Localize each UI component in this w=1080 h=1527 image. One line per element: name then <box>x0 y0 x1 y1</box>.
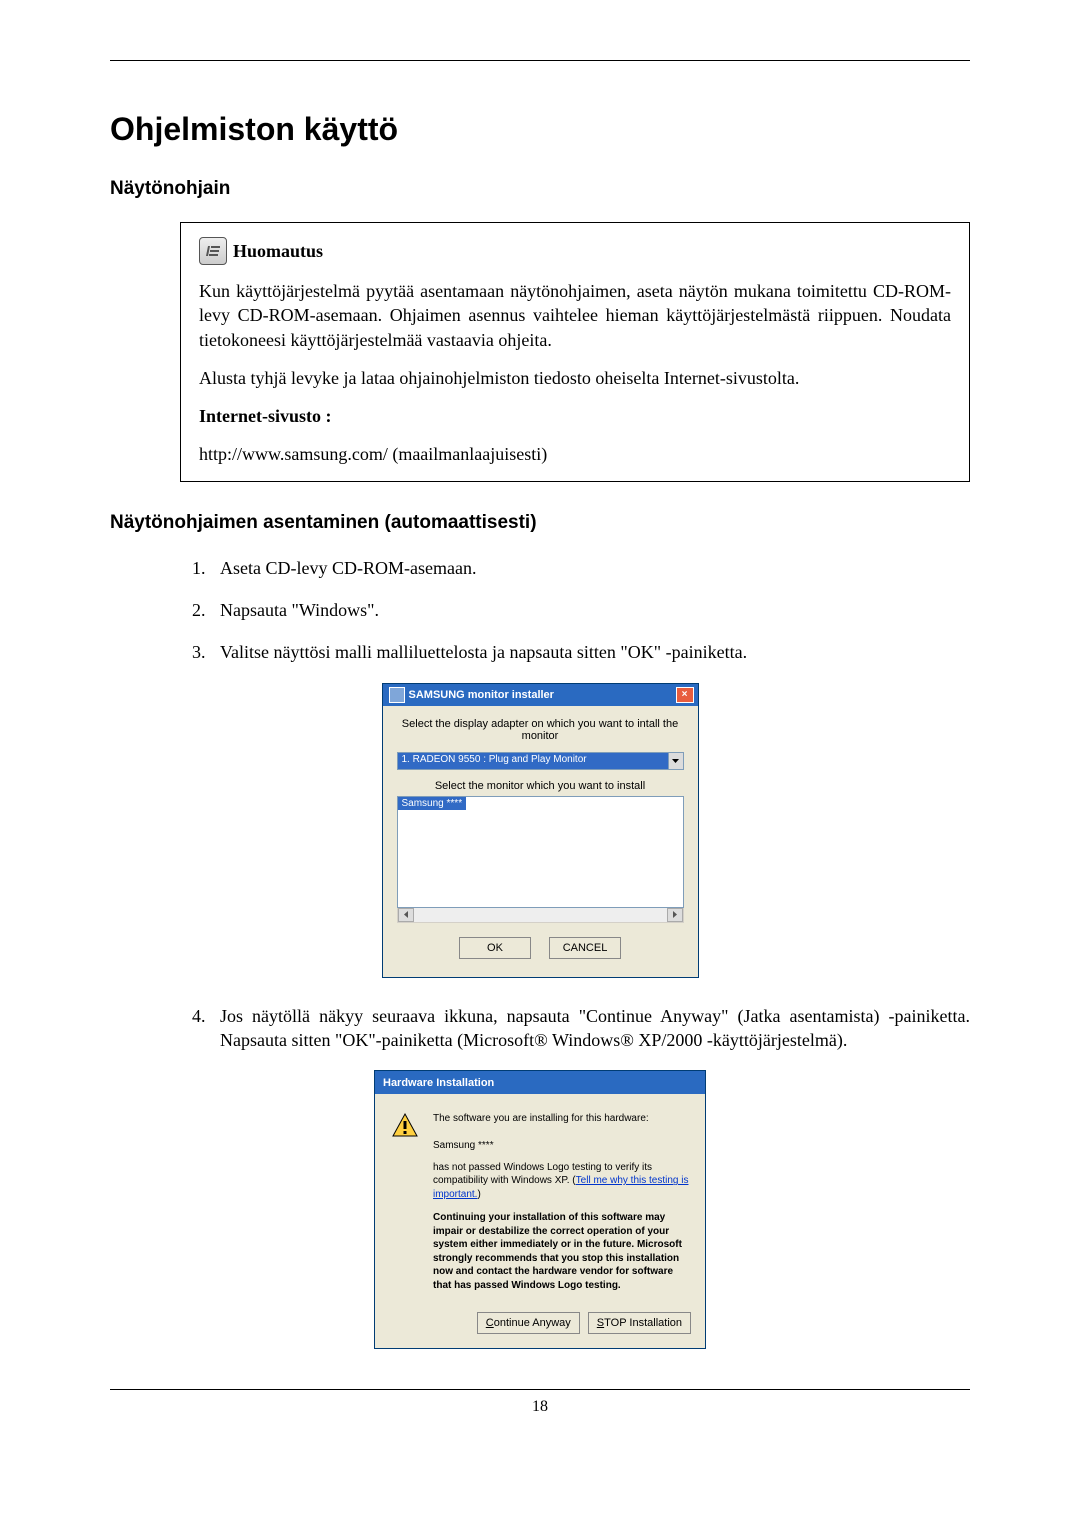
section-heading-1: Näytönohjain <box>110 178 970 200</box>
page-number: 18 <box>110 1398 970 1416</box>
dialog-text: Samsung **** <box>433 1140 494 1151</box>
monitor-listbox[interactable]: Samsung **** <box>397 796 684 908</box>
app-icon <box>389 687 405 703</box>
scroll-right-icon[interactable] <box>667 908 683 922</box>
cancel-button[interactable]: CANCEL <box>549 937 621 959</box>
step-item: Jos näytöllä näkyy seuraava ikkuna, naps… <box>210 1004 970 1053</box>
mnemonic: S <box>597 1317 604 1329</box>
instruction-text-2: Select the monitor which you want to ins… <box>397 780 684 792</box>
dialog-text: ) <box>477 1189 480 1200</box>
note-paragraph-2: Alusta tyhjä levyke ja lataa ohjainohjel… <box>199 366 951 390</box>
dialog-titlebar: SAMSUNG monitor installer × <box>383 684 698 706</box>
dialog-title: SAMSUNG monitor installer <box>409 689 676 701</box>
dialog-title: Hardware Installation <box>383 1077 494 1089</box>
horizontal-scrollbar[interactable] <box>397 908 684 923</box>
stop-installation-button[interactable]: STOP Installation <box>588 1312 691 1334</box>
section-heading-2: Näytönohjaimen asentaminen (automaattise… <box>110 512 970 534</box>
chevron-down-icon[interactable] <box>668 753 683 769</box>
dialog-titlebar: Hardware Installation <box>375 1071 705 1094</box>
installer-dialog: SAMSUNG monitor installer × Select the d… <box>382 683 699 978</box>
steps-list: Aseta CD-levy CD-ROM-asemaan. Napsauta "… <box>180 556 970 665</box>
dropdown-selected: 1. RADEON 9550 : Plug and Play Monitor <box>398 753 668 769</box>
note-url: http://www.samsung.com/ (maailmanlaajuis… <box>199 442 951 466</box>
button-label: TOP Installation <box>604 1317 682 1329</box>
step-item: Valitse näyttösi malli malliluettelosta … <box>210 640 970 664</box>
note-box: Huomautus Kun käyttöjärjestelmä pyytää a… <box>180 222 970 482</box>
mnemonic: C <box>486 1317 494 1329</box>
top-rule <box>110 60 970 61</box>
note-paragraph-1: Kun käyttöjärjestelmä pyytää asentamaan … <box>199 279 951 352</box>
note-internet-label: Internet-sivusto : <box>199 404 951 428</box>
page-title: Ohjelmiston käyttö <box>110 111 970 148</box>
continue-anyway-button[interactable]: Continue Anyway <box>477 1312 580 1334</box>
ok-button[interactable]: OK <box>459 937 531 959</box>
bottom-rule <box>110 1389 970 1390</box>
hardware-install-dialog: Hardware Installation The software you a… <box>374 1070 706 1349</box>
scroll-track[interactable] <box>414 908 667 922</box>
list-item-selected[interactable]: Samsung **** <box>398 797 467 810</box>
step-item: Napsauta "Windows". <box>210 598 970 622</box>
step-item: Aseta CD-levy CD-ROM-asemaan. <box>210 556 970 580</box>
button-label: ontinue Anyway <box>494 1317 571 1329</box>
dialog-warning-text: Continuing your installation of this sof… <box>433 1211 689 1292</box>
warning-icon <box>391 1112 419 1140</box>
note-title: Huomautus <box>233 241 323 262</box>
close-icon[interactable]: × <box>676 687 694 703</box>
dialog-text: The software you are installing for this… <box>433 1113 649 1124</box>
scroll-left-icon[interactable] <box>398 908 414 922</box>
adapter-dropdown[interactable]: 1. RADEON 9550 : Plug and Play Monitor <box>397 752 684 770</box>
steps-list-cont: Jos näytöllä näkyy seuraava ikkuna, naps… <box>180 1004 970 1053</box>
note-icon <box>199 237 227 265</box>
instruction-text: Select the display adapter on which you … <box>397 718 684 742</box>
